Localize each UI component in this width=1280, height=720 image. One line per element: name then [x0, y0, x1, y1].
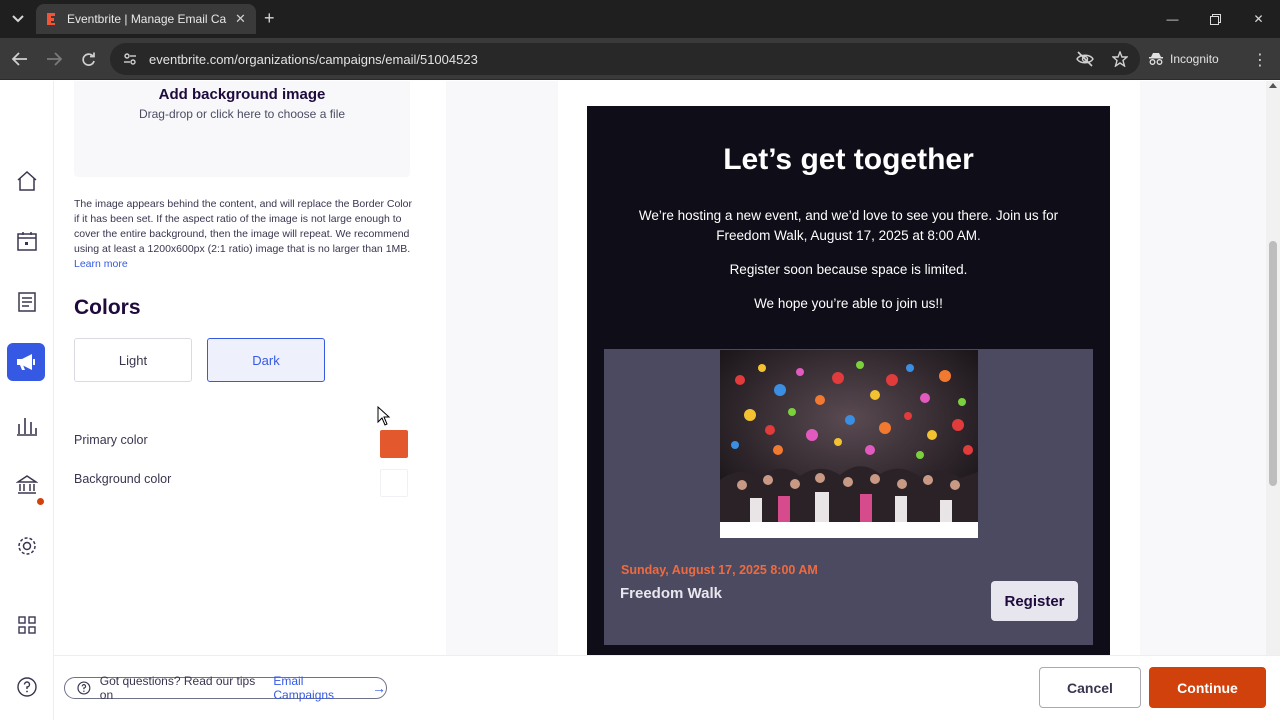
- minimize-icon[interactable]: —: [1151, 0, 1194, 38]
- tips-text: Got questions? Read our tips on: [99, 674, 256, 702]
- new-tab-button[interactable]: +: [264, 8, 275, 28]
- site-info-icon[interactable]: [122, 51, 138, 67]
- theme-dark-button[interactable]: Dark: [207, 338, 325, 382]
- finance-icon[interactable]: [11, 469, 43, 501]
- balloons-crowd-image: [720, 350, 978, 522]
- calendar-icon[interactable]: [11, 225, 43, 257]
- incognito-indicator[interactable]: Incognito: [1148, 46, 1219, 72]
- help-text: The image appears behind the content, an…: [74, 198, 412, 255]
- preview-scrollbar[interactable]: [1266, 81, 1280, 655]
- restore-icon[interactable]: [1194, 0, 1237, 38]
- browser-toolbar: eventbrite.com/organizations/campaigns/e…: [0, 38, 1280, 80]
- reload-icon[interactable]: [77, 48, 99, 70]
- app-content: Add background image Drag-drop or click …: [0, 81, 1280, 720]
- tab-title: Eventbrite | Manage Email Campaigns: [67, 12, 227, 26]
- incognito-icon: [1149, 53, 1163, 65]
- left-navigation: [0, 81, 54, 720]
- email-body: Let’s get together We’re hosting a new e…: [587, 106, 1110, 655]
- event-title: Freedom Walk: [620, 585, 722, 602]
- background-image-dropzone[interactable]: Add background image Drag-drop or click …: [74, 81, 410, 177]
- notification-badge: [37, 498, 44, 505]
- continue-button[interactable]: Continue: [1149, 667, 1266, 708]
- eye-off-icon[interactable]: [1076, 51, 1094, 67]
- primary-color-swatch[interactable]: [380, 430, 408, 458]
- reports-icon[interactable]: [11, 409, 43, 441]
- event-date: Sunday, August 17, 2025 8:00 AM: [621, 563, 818, 577]
- scroll-up-icon[interactable]: [1269, 83, 1277, 88]
- primary-color-label: Primary color: [74, 433, 148, 447]
- background-color-swatch[interactable]: [380, 469, 408, 497]
- email-heading: Let’s get together: [723, 143, 974, 176]
- window-controls: — ✕: [1151, 0, 1280, 38]
- browser-tab[interactable]: Eventbrite | Manage Email Campaigns ✕: [36, 4, 256, 34]
- cancel-button[interactable]: Cancel: [1039, 667, 1141, 708]
- browser-tab-bar: Eventbrite | Manage Email Campaigns ✕ + …: [0, 0, 1280, 38]
- footer-bar: Got questions? Read our tips on Email Ca…: [54, 655, 1280, 720]
- incognito-label: Incognito: [1170, 52, 1219, 66]
- help-icon[interactable]: [11, 671, 43, 703]
- event-card: Sunday, August 17, 2025 8:00 AM Freedom …: [604, 349, 1093, 645]
- close-window-icon[interactable]: ✕: [1237, 0, 1280, 38]
- url-text: eventbrite.com/organizations/campaigns/e…: [149, 51, 478, 67]
- colors-heading: Colors: [74, 296, 141, 319]
- eventbrite-favicon-icon: [47, 13, 55, 25]
- email-paragraph-3: We hope you’re able to join us!!: [754, 296, 943, 311]
- learn-more-link[interactable]: Learn more: [74, 258, 128, 270]
- orders-icon[interactable]: [11, 286, 43, 318]
- home-icon[interactable]: [11, 165, 43, 197]
- mouse-cursor-icon: [377, 406, 391, 426]
- forward-icon[interactable]: [43, 48, 65, 70]
- register-button[interactable]: Register: [991, 581, 1078, 621]
- dropzone-title: Add background image: [158, 86, 326, 103]
- close-tab-icon[interactable]: ✕: [235, 11, 246, 27]
- email-preview-page: Let’s get together We’re hosting a new e…: [558, 81, 1140, 655]
- address-bar[interactable]: eventbrite.com/organizations/campaigns/e…: [110, 43, 1140, 75]
- email-paragraph-1: We’re hosting a new event, and we’d love…: [638, 208, 1059, 243]
- megaphone-icon[interactable]: [7, 343, 45, 381]
- apps-icon[interactable]: [11, 609, 43, 641]
- theme-light-button[interactable]: Light: [74, 338, 192, 382]
- email-paragraph-2: Register soon because space is limited.: [729, 262, 968, 277]
- back-icon[interactable]: [9, 48, 31, 70]
- background-color-label: Background color: [74, 472, 172, 486]
- dropzone-subtitle: Drag-drop or click here to choose a file: [138, 107, 346, 121]
- question-circle-icon: [77, 681, 91, 695]
- scrollbar-thumb[interactable]: [1269, 241, 1277, 486]
- bookmark-star-icon[interactable]: [1112, 51, 1128, 67]
- browser-menu-icon[interactable]: ⋮: [1252, 50, 1268, 70]
- chevron-down-icon: [12, 15, 24, 23]
- email-campaigns-link[interactable]: Email Campaigns: [273, 674, 366, 702]
- design-settings-panel: Add background image Drag-drop or click …: [54, 81, 446, 655]
- arrow-right-icon: →: [372, 680, 387, 696]
- email-tips-banner[interactable]: Got questions? Read our tips on Email Ca…: [64, 674, 387, 702]
- event-image: [720, 350, 978, 538]
- gear-icon[interactable]: [11, 530, 43, 562]
- background-image-help: The image appears behind the content, an…: [74, 197, 414, 272]
- tab-search-button[interactable]: [6, 8, 30, 30]
- email-preview-area: Let’s get together We’re hosting a new e…: [446, 81, 1280, 655]
